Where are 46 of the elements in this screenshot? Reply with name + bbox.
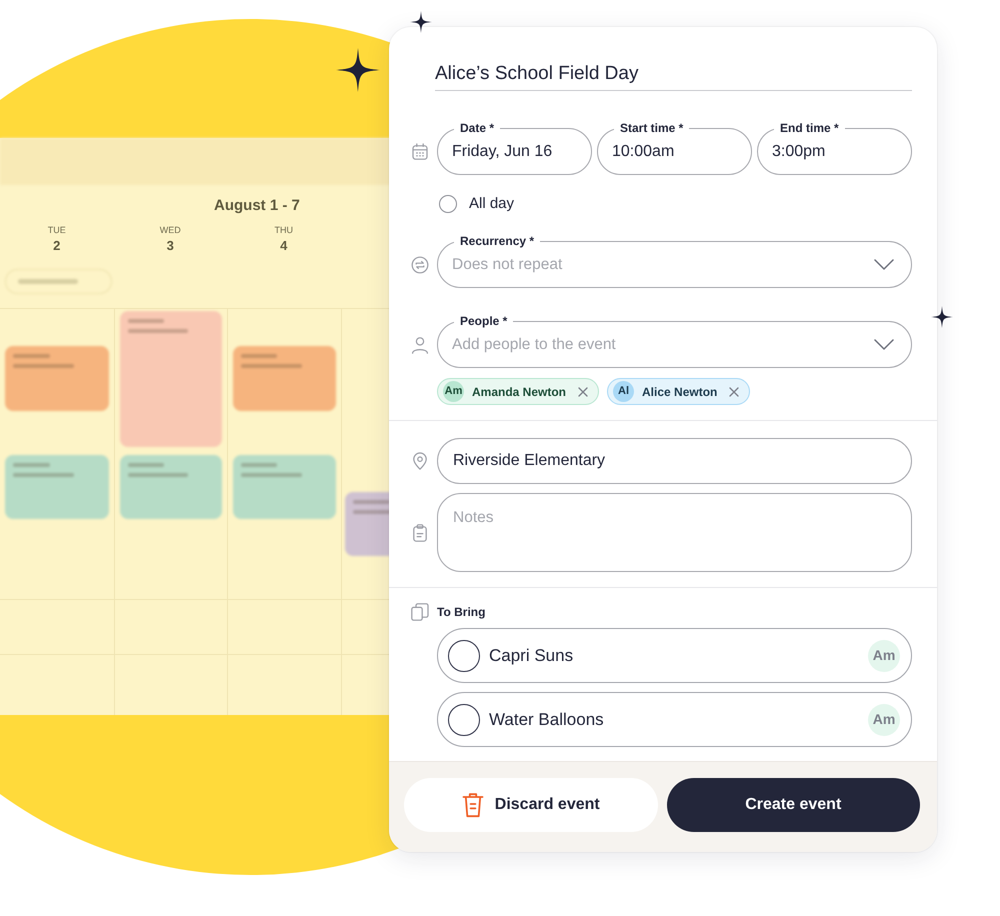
all-day-label[interactable]: All day (469, 192, 514, 216)
sparkle-icon (931, 306, 953, 328)
assignee-avatar: Am (868, 640, 900, 672)
day-number: 3 (166, 238, 174, 254)
clipboard-icon (411, 524, 429, 542)
people-dropdown[interactable]: People * Add people to the event (437, 314, 912, 368)
date-field[interactable]: Date * Friday, Jun 16 (437, 121, 592, 175)
location-field[interactable]: Riverside Elementary (437, 438, 912, 484)
to-bring-item[interactable]: Water Balloons Am (437, 692, 912, 747)
discard-event-button[interactable]: Discard event (404, 778, 658, 832)
weekday-label: THU (274, 225, 293, 236)
all-day-radio[interactable] (439, 195, 457, 213)
section-heading: To Bring (437, 604, 486, 621)
notes-field[interactable]: Notes (437, 493, 912, 572)
recurrency-dropdown[interactable]: Recurrency * Does not repeat (437, 234, 912, 288)
initials-avatar: Al (613, 381, 634, 402)
repeat-icon (411, 256, 429, 274)
start-time-field[interactable]: Start time * 10:00am (597, 121, 752, 175)
remove-icon[interactable] (729, 386, 740, 396)
cards-icon (411, 603, 429, 621)
item-label: Capri Suns (489, 644, 574, 667)
checkbox[interactable] (448, 640, 480, 672)
end-time-field[interactable]: End time * 3:00pm (757, 121, 912, 175)
to-bring-item[interactable]: Capri Suns Am (437, 628, 912, 683)
day-number: 4 (280, 238, 288, 254)
checkbox[interactable] (448, 704, 480, 736)
person-name: Amanda Newton (472, 384, 566, 400)
day-number: 2 (53, 238, 60, 254)
location-pin-icon (411, 452, 429, 470)
chevron-down-icon[interactable] (874, 339, 894, 350)
chevron-down-icon[interactable] (874, 259, 894, 270)
item-label: Water Balloons (489, 708, 605, 731)
weekday-label: WED (160, 225, 181, 236)
calendar-icon (411, 142, 429, 160)
event-title-field[interactable]: Alice’s School Field Day (435, 58, 912, 91)
initials-avatar: Am (443, 381, 464, 402)
weekday-label: TUE (48, 225, 66, 236)
remove-icon[interactable] (578, 386, 588, 396)
trash-icon (462, 792, 484, 818)
create-event-button[interactable]: Create event (666, 778, 920, 832)
person-name: Alice Newton (642, 384, 718, 400)
person-icon (411, 336, 429, 354)
sparkle-icon (410, 11, 432, 33)
week-range-title: August 1 - 7 (214, 197, 300, 214)
assignee-avatar: Am (868, 704, 900, 736)
sparkle-icon (336, 48, 380, 92)
